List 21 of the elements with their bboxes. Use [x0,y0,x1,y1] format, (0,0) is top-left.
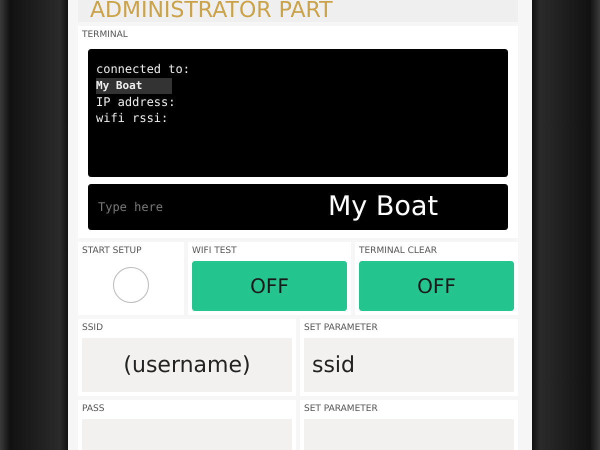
terminal-line: IP address: [96,94,176,110]
input-value: My Boat [328,190,438,224]
value-text: ssid [312,352,356,380]
widget-label: SSID [82,323,104,334]
terminal-input-field[interactable]: Type here My Boat [88,184,508,230]
value-text: (username) [123,352,251,380]
led-indicator[interactable] [113,267,149,303]
terminal-line: connected to: [96,61,190,77]
terminal-line: wifi rssi: [96,110,168,126]
placeholder-text: Type here [98,199,164,216]
widget-label: TERMINAL [82,30,129,41]
widget-label: TERMINAL CLEAR [359,246,438,257]
widget-label: PASS [82,404,106,415]
toggle-button[interactable]: OFF [192,261,347,311]
widget-label: START SETUP [82,246,143,257]
widget-label: SET PARAMETER [304,404,379,415]
widget-label: SET PARAMETER [304,323,379,334]
text-input-field[interactable]: ssid [304,338,514,392]
widget-label: WIFI TEST [192,246,238,257]
toggle-button[interactable]: OFF [359,261,514,311]
title-text: ADMINISTRATOR PART [90,0,333,23]
